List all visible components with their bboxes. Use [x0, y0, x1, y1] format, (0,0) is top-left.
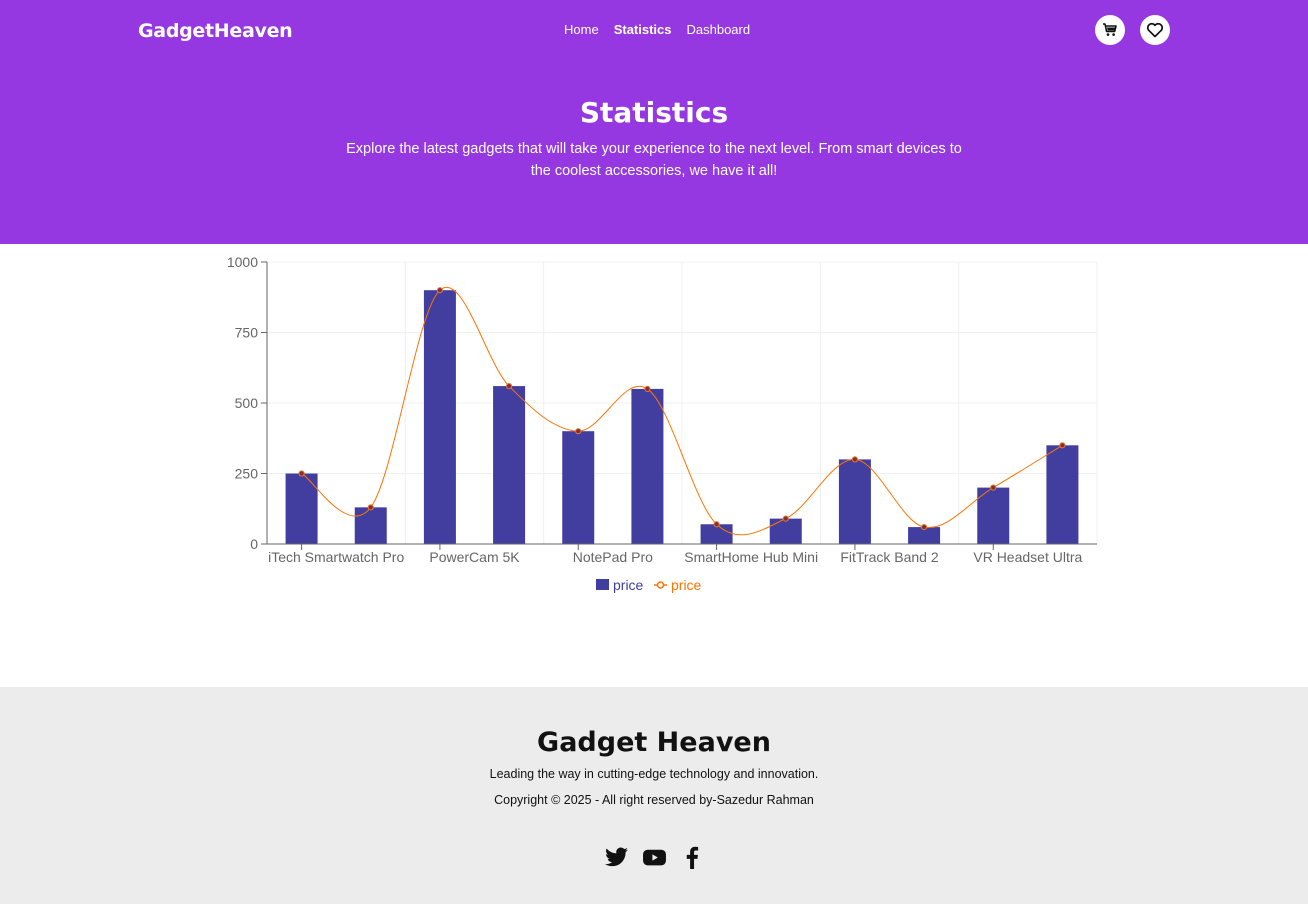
line-point — [851, 456, 859, 463]
footer: Gadget Heaven Leading the way in cutting… — [0, 687, 1308, 904]
line-point — [575, 428, 582, 435]
price-chart: 0 250 500 750 1000 iTech Smartwatch Pro PowerC… — [227, 254, 1098, 593]
social-links — [604, 845, 705, 870]
line-point — [505, 382, 513, 390]
chart-bar — [769, 518, 802, 544]
x-tick-label: PowerCam 5K — [429, 549, 520, 565]
chart-bar — [493, 386, 526, 544]
nav-dashboard[interactable]: Dashboard — [687, 22, 751, 37]
nav-home[interactable]: Home — [564, 22, 599, 37]
wishlist-button[interactable] — [1140, 15, 1170, 45]
footer-tagline: Leading the way in cutting-edge technolo… — [489, 767, 819, 781]
cart-icon — [1103, 23, 1117, 36]
page-description: Explore the latest gadgets that will tak… — [346, 141, 962, 179]
facebook-icon[interactable] — [680, 845, 705, 870]
x-tick-label: VR Headset Ultra — [973, 549, 1082, 565]
line-point — [1059, 442, 1066, 449]
legend-line-marker — [656, 581, 665, 589]
legend-line-label: price — [671, 577, 702, 593]
hero-banner: GadgetHeaven Home Statistics Dashboard S… — [0, 0, 1308, 244]
x-tick-label: NotePad Pro — [573, 549, 653, 565]
site-logo[interactable]: GadgetHeaven — [138, 20, 293, 42]
line-point — [367, 504, 374, 511]
y-tick-label: 500 — [235, 395, 259, 411]
youtube-icon[interactable] — [642, 845, 667, 870]
chart-bar — [977, 487, 1010, 544]
line-point — [782, 515, 789, 522]
chart-bar — [354, 507, 387, 544]
y-tick-label: 0 — [250, 536, 258, 552]
footer-title: Gadget Heaven — [537, 727, 771, 758]
line-point — [920, 523, 928, 531]
x-tick-label: FitTrack Band 2 — [840, 549, 939, 565]
page-title: Statistics — [579, 96, 729, 129]
y-tick-label: 1000 — [227, 254, 258, 270]
legend-bar-label: price — [613, 577, 644, 593]
x-tick-label: iTech Smartwatch Pro — [268, 549, 404, 565]
line-point — [644, 385, 651, 392]
heart-icon — [1146, 22, 1164, 38]
chart-bar — [1046, 445, 1079, 544]
cart-button[interactable] — [1095, 15, 1125, 45]
line-point — [990, 484, 997, 491]
main-nav: Home Statistics Dashboard — [564, 22, 750, 37]
chart-bar — [631, 388, 664, 544]
nav-statistics[interactable]: Statistics — [614, 22, 672, 37]
line-point — [713, 521, 720, 528]
x-tick-label: SmartHome Hub Mini — [684, 549, 818, 565]
y-tick-label: 250 — [235, 466, 259, 482]
line-point — [298, 470, 305, 477]
legend-bar-swatch — [596, 579, 609, 590]
chart-bar — [423, 290, 456, 544]
twitter-icon[interactable] — [604, 845, 629, 870]
y-tick-label: 750 — [235, 325, 259, 341]
chart-bar — [562, 431, 595, 544]
line-point — [436, 287, 444, 294]
chart-bar — [838, 459, 871, 544]
footer-copyright: Copyright © 2025 - All right reserved by… — [494, 793, 814, 807]
